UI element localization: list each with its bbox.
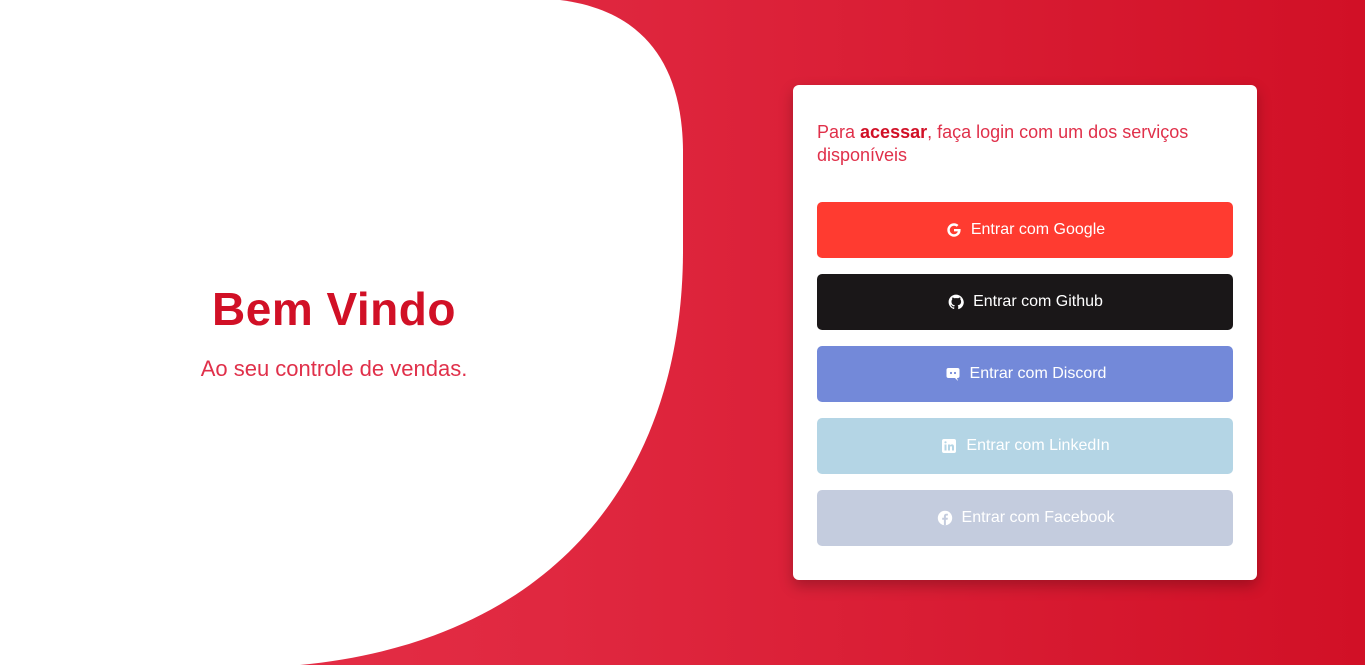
login-facebook-label: Entrar com Facebook: [961, 509, 1115, 526]
login-buttons: Entrar com Google Entrar com Github Entr…: [817, 202, 1233, 546]
google-icon: [945, 221, 963, 239]
login-google-label: Entrar com Google: [970, 221, 1106, 238]
login-discord-button[interactable]: Entrar com Discord: [817, 346, 1233, 402]
welcome-section: Bem Vindo Ao seu controle de vendas.: [0, 282, 668, 382]
login-github-label: Entrar com Github: [973, 293, 1103, 310]
intro-prefix: Para: [817, 122, 861, 142]
login-discord-label: Entrar com Discord: [969, 365, 1107, 382]
facebook-icon: [936, 509, 954, 527]
login-linkedin-button[interactable]: Entrar com LinkedIn: [817, 418, 1233, 474]
github-icon: [947, 293, 965, 311]
login-instructions: Para acessar, faça login com um dos serv…: [817, 121, 1233, 167]
login-page: Bem Vindo Ao seu controle de vendas. Par…: [0, 0, 1365, 665]
linkedin-icon: [940, 437, 958, 455]
login-facebook-button[interactable]: Entrar com Facebook: [817, 490, 1233, 546]
intro-highlight: acessar: [860, 122, 928, 142]
login-linkedin-label: Entrar com LinkedIn: [966, 437, 1110, 454]
login-google-button[interactable]: Entrar com Google: [817, 202, 1233, 258]
discord-icon: [944, 365, 962, 383]
welcome-subtitle: Ao seu controle de vendas.: [200, 356, 468, 381]
login-github-button[interactable]: Entrar com Github: [817, 274, 1233, 330]
login-card: Para acessar, faça login com um dos serv…: [793, 85, 1257, 580]
welcome-title: Bem Vindo: [212, 283, 456, 335]
